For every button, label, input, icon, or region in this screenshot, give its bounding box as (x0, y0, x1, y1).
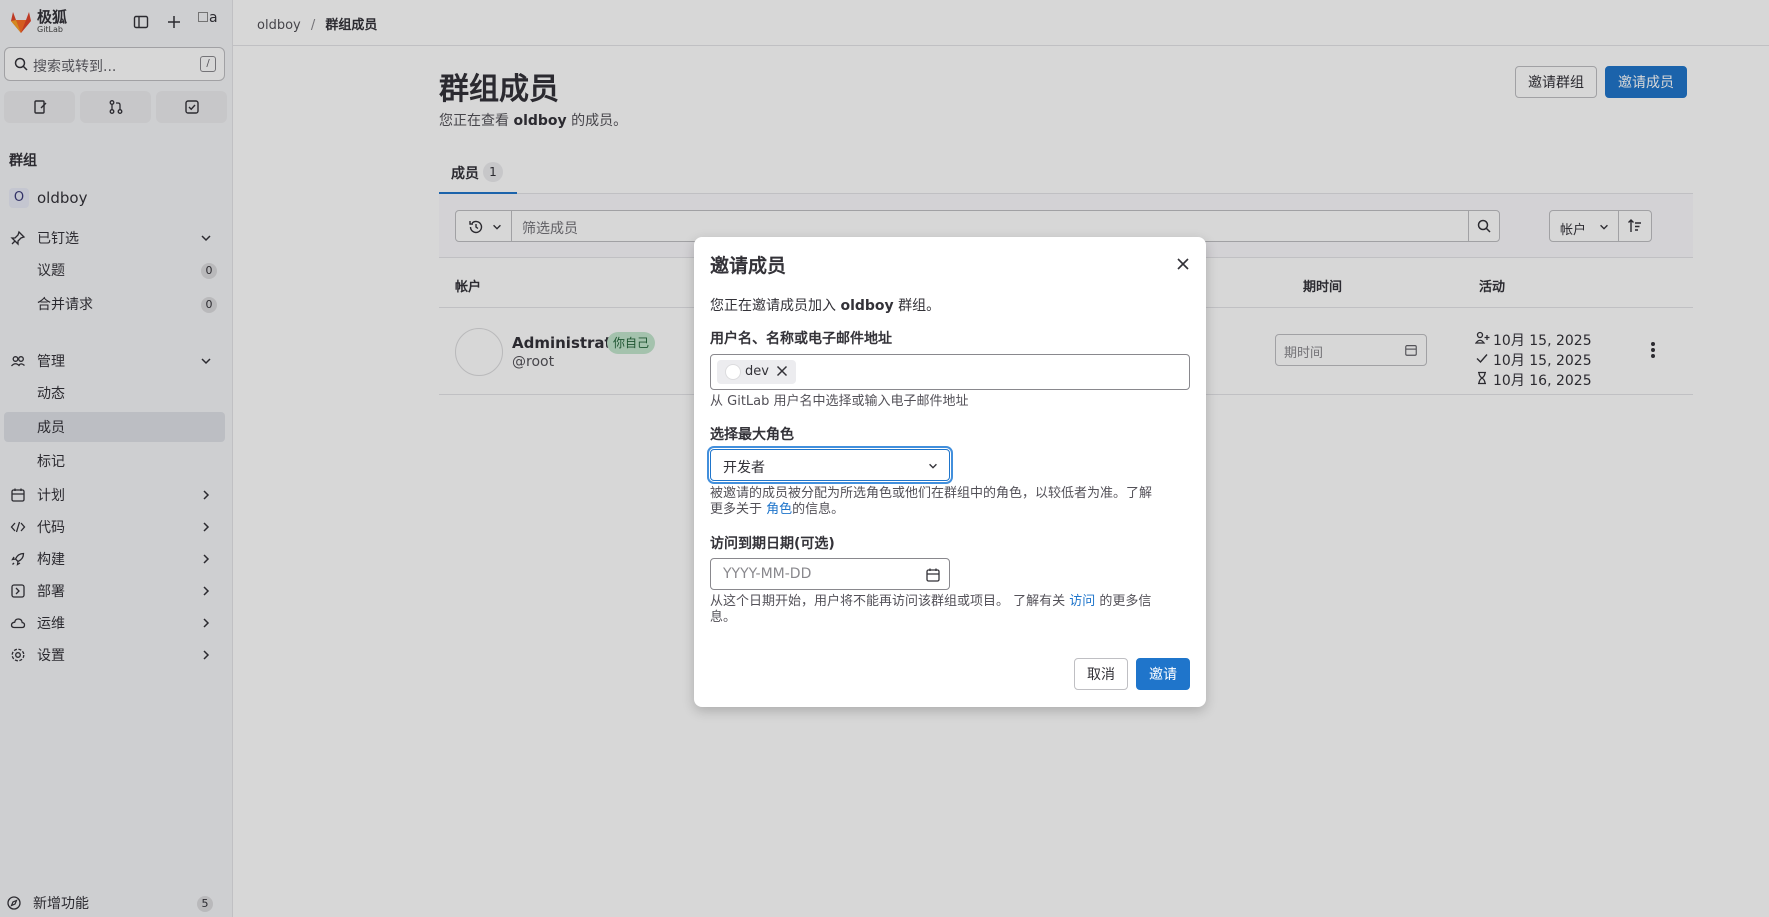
expiry-help-text-end: 的更多信 (1095, 594, 1152, 609)
expiry-help-link[interactable]: 访问 (1069, 594, 1095, 609)
modal-intro-group: oldboy (840, 298, 894, 314)
user-field-label: 用户名、名称或电子邮件地址 (710, 331, 892, 347)
token-avatar (725, 364, 741, 380)
role-selected-value: 开发者 (723, 460, 765, 476)
expiry-field-label: 访问到期日期(可选) (710, 536, 835, 552)
expiry-help-text: 从这个日期开始，用户将不能再访问该群组或项目。 了解有关 (710, 594, 1070, 609)
expiry-help-line-1: 从这个日期开始，用户将不能再访问该群组或项目。 了解有关 访问 的更多信 (710, 594, 1151, 610)
modal-title: 邀请成员 (710, 255, 787, 277)
role-field-help: 被邀请的成员被分配为所选角色或他们在群组中的角色，以较低者为准。了解 更多关于 … (710, 486, 1152, 518)
token-name: dev (745, 364, 769, 379)
modal-close-button[interactable] (1172, 253, 1194, 275)
user-token: dev (717, 360, 796, 384)
invite-members-modal: 邀请成员 您正在邀请成员加入 oldboy 群组。 用户名、名称或电子邮件地址 … (694, 237, 1206, 707)
modal-intro-suffix: 群组。 (893, 298, 941, 314)
role-help-line-2: 更多关于 角色的信息。 (710, 502, 1152, 518)
close-icon (776, 365, 788, 377)
user-token-input[interactable]: dev (710, 354, 1190, 390)
calendar-icon[interactable] (925, 567, 941, 583)
remove-token-button[interactable] (775, 364, 789, 382)
chevron-down-icon (929, 463, 937, 469)
expiry-help-line-2: 息。 (710, 610, 737, 625)
expiry-field-help: 从这个日期开始，用户将不能再访问该群组或项目。 了解有关 访问 的更多信 息。 (710, 594, 1151, 626)
modal-intro: 您正在邀请成员加入 oldboy 群组。 (710, 295, 940, 315)
user-field-help: 从 GitLab 用户名中选择或输入电子邮件地址 (710, 394, 969, 409)
cancel-button[interactable]: 取消 (1074, 658, 1128, 690)
role-help-text-end: 的信息。 (792, 502, 845, 517)
role-select[interactable]: 开发者 (710, 449, 950, 481)
role-help-link[interactable]: 角色 (766, 502, 792, 517)
role-help-line-1: 被邀请的成员被分配为所选角色或他们在群组中的角色，以较低者为准。了解 (710, 486, 1153, 501)
invite-button[interactable]: 邀请 (1136, 658, 1190, 690)
expiry-date-input[interactable]: YYYY-MM-DD (710, 558, 950, 590)
role-help-text: 更多关于 (710, 502, 767, 517)
expiry-date-placeholder: YYYY-MM-DD (723, 566, 812, 582)
close-icon (1177, 258, 1189, 270)
modal-intro-prefix: 您正在邀请成员加入 (710, 298, 841, 314)
role-field-label: 选择最大角色 (710, 427, 794, 443)
